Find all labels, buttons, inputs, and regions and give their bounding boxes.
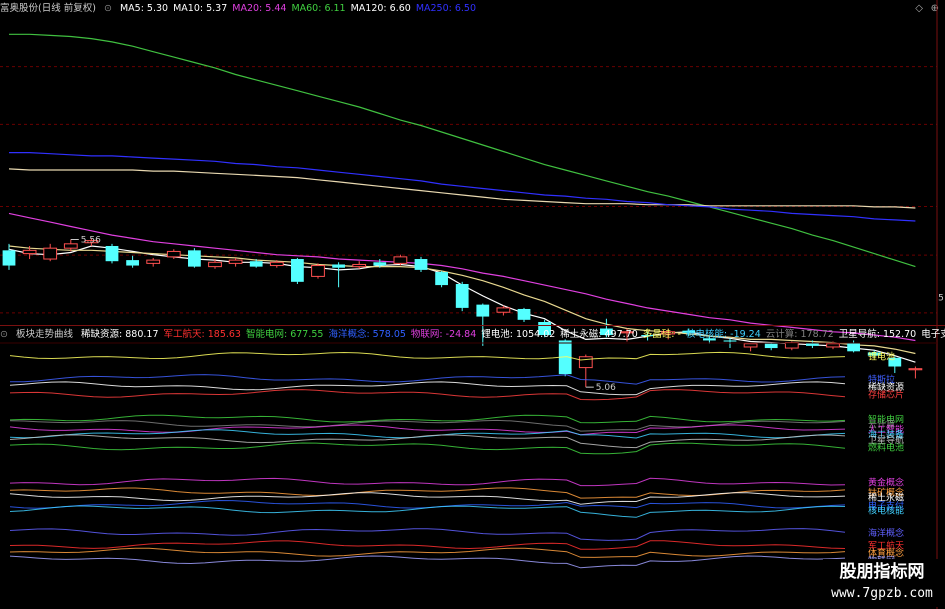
candle-body — [188, 250, 201, 267]
candle-body — [166, 250, 181, 258]
candle-body — [311, 265, 325, 277]
candle-body — [352, 263, 367, 268]
candle-body — [332, 264, 345, 268]
sector-legend-label: 云计算: 178.72 — [765, 329, 834, 340]
sector-legend-label: 物联网: -24.84 — [410, 329, 477, 340]
sector-curve — [9, 374, 846, 385]
sector-curve — [9, 442, 846, 455]
sector-legend-label: 电子支付: - — [921, 329, 945, 340]
sector-curve — [9, 389, 846, 401]
sector-curve-label: 黄金概念 — [868, 477, 904, 489]
sector-curve — [9, 477, 846, 487]
sector-curve-label: 核电核能 — [868, 504, 904, 516]
sector-legend-label: 卫星导航: 152.70 — [838, 329, 917, 340]
sector-legend-label: 智能电网: 677.55 — [245, 329, 324, 340]
sector-curve-label: 燃料电池 — [868, 441, 904, 453]
candle-body — [208, 261, 222, 268]
sector-legend-label: 锂电池: 1054.02 — [481, 329, 556, 340]
candle-body — [228, 259, 243, 264]
candle-body — [826, 343, 840, 348]
candle-body — [496, 307, 511, 313]
sector-curve — [9, 414, 846, 424]
sector-legend-label: 稀土永磁: 497.70 — [560, 329, 638, 340]
sector-legend-label: 军工航天: 185.63 — [163, 329, 241, 340]
candle-body — [22, 249, 37, 255]
sector-curve — [9, 555, 846, 569]
bottom-panel-header: ⊙ 板块走势曲线 稀缺资源: 880.17 军工航天: 185.63 智能电网: 6… — [0, 325, 945, 344]
sector-legend-label: 多晶硅: - — [642, 329, 681, 340]
ma-line-ma120 — [8, 168, 916, 209]
price-annotation: 5.06 — [596, 383, 616, 393]
watermark: 股朋指标网 www.7gpzb.com — [823, 559, 941, 607]
candle-body — [126, 260, 139, 266]
candle-body — [269, 261, 284, 267]
candle-body — [146, 259, 161, 264]
candle-body — [517, 308, 531, 320]
candle-body — [908, 368, 923, 371]
candle-body — [2, 250, 16, 266]
sector-curve — [9, 505, 846, 518]
sector-legend-label: 核电核能: -19.24 — [685, 329, 761, 340]
candle-body — [291, 259, 304, 282]
price-annotation: 5.56 — [81, 235, 101, 245]
candle-body — [393, 256, 408, 264]
price-axis-label: 5 — [938, 293, 944, 303]
sector-legend-label: 海洋概念: 578.05 — [328, 329, 406, 340]
candle-body — [435, 272, 448, 286]
candle-body — [578, 356, 593, 369]
candle-body — [455, 284, 469, 308]
sector-curve-label: 海洋概念 — [868, 527, 904, 539]
sector-curve-label: 锂电池 — [868, 351, 895, 363]
ma-line-ma60 — [9, 33, 916, 268]
candle-body — [105, 246, 119, 262]
candle-body — [373, 262, 387, 266]
sector-curve — [9, 351, 846, 361]
candle-body — [414, 259, 428, 270]
watermark-url: www.7gpzb.com — [831, 586, 933, 601]
candle-body — [743, 343, 758, 348]
candle-body — [63, 243, 78, 249]
sector-curve — [9, 528, 846, 541]
sector-curve — [9, 499, 846, 509]
sector-curve — [9, 434, 846, 449]
watermark-title: 股朋指标网 — [839, 562, 925, 582]
settings-icon[interactable]: ⊙ — [0, 329, 8, 340]
candle-body — [764, 343, 778, 349]
sector-curve-label: 存储芯片 — [868, 388, 904, 400]
candle-body — [249, 261, 263, 267]
ma-line-ma250 — [9, 152, 916, 222]
sector-curve — [9, 547, 846, 558]
ma-line-ma20 — [8, 212, 916, 342]
candlestick-chart[interactable]: 55.565.06锂电池特斯拉稀缺资源存储芯片智能电网云计算人工智能海工装备卫星… — [0, 0, 945, 609]
candle-body — [476, 304, 490, 317]
candle-body — [43, 247, 58, 260]
sector-title[interactable]: 板块走势曲线 — [16, 329, 73, 340]
sector-legend-label: 稀缺资源: 880.17 — [81, 329, 159, 340]
